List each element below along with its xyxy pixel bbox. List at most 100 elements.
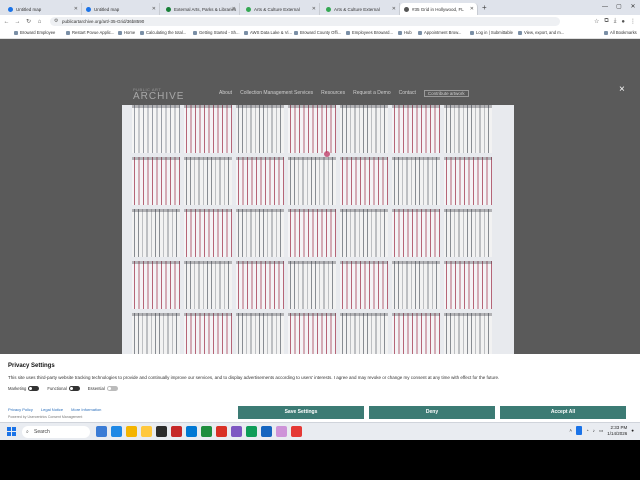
bookmark-item[interactable]: Broward Employee <box>14 30 55 35</box>
close-tab-icon[interactable]: ✕ <box>470 6 474 12</box>
artwork-tile <box>288 261 336 309</box>
nav-collection-management[interactable]: Collection Management Services <box>240 90 313 97</box>
taskbar-app-icon[interactable] <box>201 426 212 437</box>
taskbar-app-icon[interactable] <box>96 426 107 437</box>
toggle-switch[interactable] <box>68 386 80 391</box>
chevron-up-icon[interactable]: ˄ <box>569 428 572 433</box>
close-tab-icon[interactable]: ✕ <box>232 6 236 12</box>
bookmark-icon <box>418 30 422 35</box>
contribute-button[interactable]: Contribute artwork <box>423 90 469 97</box>
tab-label: Untitled map <box>16 6 42 12</box>
taskbar-app-icon[interactable] <box>216 426 227 437</box>
legal-notice-link[interactable]: Legal Notice <box>41 407 63 412</box>
bookmark-item[interactable]: AWS Data Lake & Vi... <box>244 30 292 35</box>
site-logo[interactable]: ARCHIVE <box>133 91 184 102</box>
taskbar-app-icon[interactable] <box>126 426 137 437</box>
bookmark-item[interactable]: Restart Povue Applic... <box>66 30 114 35</box>
artwork-tile <box>184 157 232 205</box>
minimize-icon[interactable]: — <box>598 0 612 15</box>
artwork-tile <box>392 261 440 309</box>
bookmark-item[interactable]: View, export, and m... <box>518 30 564 35</box>
profile-icon[interactable]: ● <box>621 19 625 25</box>
bookmark-item[interactable]: Appointment Brow... <box>418 30 461 35</box>
maps-icon <box>8 6 13 12</box>
all-bookmarks[interactable]: All Bookmarks <box>604 30 637 35</box>
tab-arts-culture-1[interactable]: Arts & Culture External ✕ <box>242 3 320 15</box>
windows-start-icon[interactable] <box>7 427 16 436</box>
tab-untitled-map-2[interactable]: Untitled map ✕ <box>82 3 160 15</box>
taskbar-search[interactable]: ⌕ Search <box>22 426 90 438</box>
tab-untitled-map-1[interactable]: Untitled map ✕ <box>4 3 82 15</box>
tab-label: External Arts, Parks & Libraries <box>174 6 237 12</box>
taskbar-app-icon[interactable] <box>156 426 167 437</box>
window-controls: — ▢ ✕ <box>598 0 640 15</box>
bookmark-item[interactable]: Broward County Offi... <box>294 30 341 35</box>
close-tab-icon[interactable]: ✕ <box>312 6 316 12</box>
more-info-link[interactable]: More Information <box>71 407 101 412</box>
back-icon[interactable]: ← <box>2 19 11 25</box>
tab-label: Arts & Culture External <box>254 6 300 12</box>
taskbar-app-icon[interactable] <box>261 426 272 437</box>
artwork-tile <box>340 105 388 153</box>
bookmark-item[interactable]: Getting Started - Sh... <box>193 30 240 35</box>
bookmark-item[interactable]: Calculating the total... <box>140 30 186 35</box>
bookmark-icon <box>346 30 350 35</box>
taskbar-app-icon[interactable] <box>246 426 257 437</box>
extensions-icon[interactable]: ⧉ <box>604 18 608 25</box>
new-tab-icon[interactable]: + <box>482 3 487 13</box>
toggle-switch[interactable] <box>28 386 40 391</box>
taskbar: ⌕ Search ˄ ◔ ♪ ▭ 2:33 PM 1/14/2026 ● <box>0 422 640 440</box>
taskbar-app-icon[interactable] <box>291 426 302 437</box>
volume-icon[interactable]: ♪ <box>593 428 595 433</box>
taskbar-app-icon[interactable] <box>276 426 287 437</box>
privacy-policy-link[interactable]: Privacy Policy <box>8 407 33 412</box>
taskbar-app-icon[interactable] <box>231 426 242 437</box>
sheets-icon <box>246 6 251 12</box>
artwork-tile <box>444 209 492 257</box>
reload-icon[interactable]: ↻ <box>24 18 33 25</box>
taskbar-app-icon[interactable] <box>111 426 122 437</box>
artwork-tile <box>132 209 180 257</box>
tab-external-arts[interactable]: External Arts, Parks & Libraries ✕ <box>162 3 240 15</box>
deny-button[interactable]: Deny <box>369 406 495 419</box>
close-tab-icon[interactable]: ✕ <box>74 6 78 12</box>
clock[interactable]: 2:33 PM 1/14/2026 <box>607 425 627 436</box>
nav-contact[interactable]: Contact <box>399 90 416 97</box>
battery-icon[interactable]: ▭ <box>599 428 603 434</box>
menu-icon[interactable]: ⋮ <box>630 18 636 25</box>
bookmark-item[interactable]: Log in | Submittable <box>470 30 513 35</box>
bookmark-icon <box>518 30 522 35</box>
toggle-marketing[interactable]: Marketing <box>8 386 40 391</box>
toggle-functional[interactable]: Functional <box>47 386 80 391</box>
notification-icon[interactable]: ● <box>631 428 634 433</box>
close-tab-icon[interactable]: ✕ <box>392 6 396 12</box>
bookmark-item[interactable]: Employees Broward... <box>346 30 393 35</box>
taskbar-app-icon[interactable] <box>141 426 152 437</box>
nav-request-demo[interactable]: Request a Demo <box>353 90 391 97</box>
app-tray-icon[interactable] <box>576 426 583 435</box>
save-settings-button[interactable]: Save Settings <box>238 406 364 419</box>
close-tab-icon[interactable]: ✕ <box>152 6 156 12</box>
close-lightbox-icon[interactable]: × <box>619 84 625 95</box>
close-window-icon[interactable]: ✕ <box>626 0 640 15</box>
download-icon[interactable]: ⤓ <box>614 18 617 25</box>
artwork-tile <box>392 105 440 153</box>
bookmark-icon <box>66 30 70 35</box>
address-bar[interactable]: ⚙ publicartarchive.org/art/-35-Grid/36b8… <box>50 17 560 26</box>
accept-all-button[interactable]: Accept All <box>500 406 626 419</box>
home-icon[interactable]: ⌂ <box>35 19 44 25</box>
bookmark-item[interactable]: Hub <box>398 30 412 35</box>
artwork-tile <box>444 261 492 309</box>
nav-resources[interactable]: Resources <box>321 90 345 97</box>
tab-35-grid[interactable]: #35 Grid in Hollywood, FL ✕ <box>400 3 478 15</box>
taskbar-app-icon[interactable] <box>186 426 197 437</box>
wifi-icon[interactable]: ◔ <box>586 428 589 433</box>
star-icon[interactable]: ☆ <box>594 18 599 25</box>
nav-about[interactable]: About <box>219 90 232 97</box>
site-info-icon[interactable]: ⚙ <box>54 17 58 26</box>
forward-icon[interactable]: → <box>13 19 22 25</box>
bookmark-item[interactable]: Home <box>118 30 135 35</box>
tab-arts-culture-2[interactable]: Arts & Culture External ✕ <box>322 3 400 15</box>
taskbar-app-icon[interactable] <box>171 426 182 437</box>
maximize-icon[interactable]: ▢ <box>612 0 626 15</box>
